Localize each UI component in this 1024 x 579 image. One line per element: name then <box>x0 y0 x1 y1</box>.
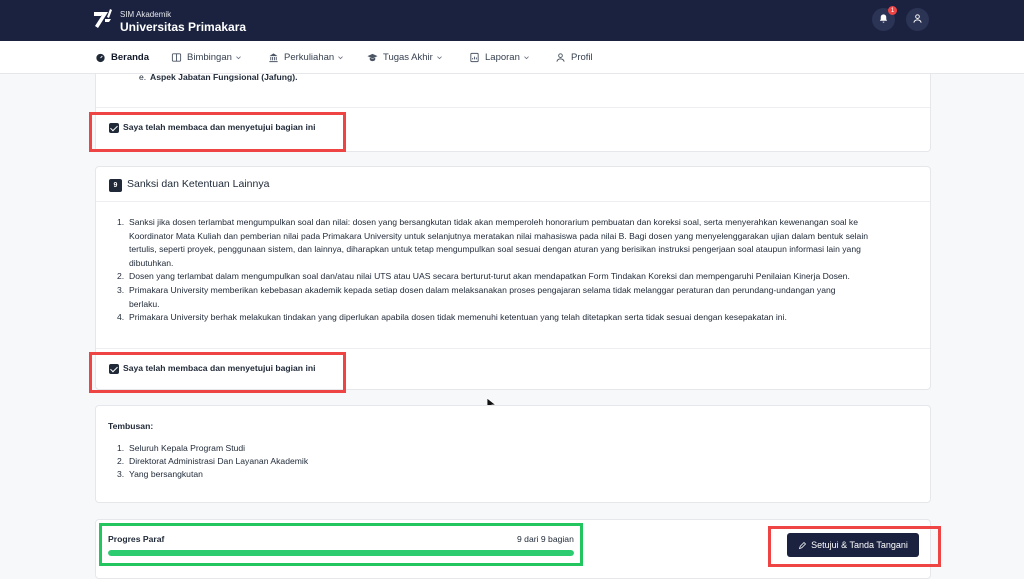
notification-badge: 1 <box>888 6 897 15</box>
tembusan-card: Tembusan: 1. Seluruh Kepala Program Stud… <box>95 405 931 503</box>
list-number: 1. <box>117 443 125 453</box>
highlight-agree-section-8 <box>89 112 346 152</box>
divider <box>96 348 930 349</box>
section-9-title: Sanksi dan Ketentuan Lainnya <box>127 178 270 190</box>
list-item: Seluruh Kepala Program Studi <box>129 443 246 453</box>
nav-profil[interactable]: Profil <box>555 41 593 74</box>
divider <box>96 201 930 202</box>
bell-icon <box>878 11 889 29</box>
nav-label: Bimbingan <box>187 52 232 63</box>
nav-perkuliahan[interactable]: Perkuliahan <box>268 41 344 74</box>
nav-tugas-akhir[interactable]: Tugas Akhir <box>367 41 443 74</box>
list-item-line: Primakara University berhak melakukan ti… <box>129 312 787 322</box>
list-item-line: Dosen yang terlambat dalam mengumpulkan … <box>129 271 850 281</box>
list-item: Direktorat Administrasi Dan Layanan Akad… <box>129 456 309 466</box>
list-number: 4. <box>117 312 125 322</box>
tembusan-title: Tembusan: <box>108 421 154 431</box>
list-number: 3. <box>117 469 125 479</box>
nav-bimbingan[interactable]: Bimbingan <box>171 41 242 74</box>
list-number: 2. <box>117 456 125 466</box>
notification-button[interactable]: 1 <box>872 6 897 31</box>
nav-label: Laporan <box>485 52 520 63</box>
book-icon <box>171 53 182 62</box>
nav-label: Profil <box>571 52 593 63</box>
highlight-approve-button <box>768 526 941 567</box>
main-nav: Beranda Bimbingan Perkuliahan Tugas Akhi… <box>0 41 1024 74</box>
nav-beranda[interactable]: Beranda <box>95 41 149 74</box>
user-icon <box>912 11 923 29</box>
highlight-agree-section-9 <box>89 352 346 393</box>
list-item-line: Primakara University memberikan kebebasa… <box>129 285 836 295</box>
list-item-line: dibutuhkan. <box>129 257 174 268</box>
top-bar: SIM Akademik Universitas Primakara 1 <box>0 0 1024 41</box>
nav-label: Tugas Akhir <box>383 52 433 63</box>
list-item-line: Koordinator Mata Kuliah dan pemberian ni… <box>129 230 869 241</box>
list-item-line: tertulis, seperti proyek, penggunaan sis… <box>129 244 861 254</box>
app-title: Universitas Primakara <box>120 19 247 34</box>
nav-label: Perkuliahan <box>284 52 335 63</box>
dashboard-icon <box>96 53 105 63</box>
app-subtitle: SIM Akademik <box>120 9 172 19</box>
chevron-down-icon <box>524 56 529 60</box>
list-item: Yang bersangkutan <box>129 469 203 479</box>
nav-laporan[interactable]: Laporan <box>469 41 530 74</box>
highlight-progress <box>99 523 583 566</box>
chevron-down-icon <box>236 56 241 60</box>
primakara-logo-icon <box>91 7 115 36</box>
list-number: 3. <box>117 285 125 295</box>
list-number: 2. <box>117 271 125 281</box>
graduation-cap-icon <box>367 53 378 62</box>
building-icon <box>269 53 278 63</box>
user-menu-button[interactable] <box>906 8 929 31</box>
chevron-down-icon <box>436 56 442 60</box>
user-icon <box>556 53 565 62</box>
section-number-badge: 9 <box>109 179 122 192</box>
list-item-line: berlaku. <box>129 298 160 309</box>
chevron-down-icon <box>338 56 344 60</box>
report-icon <box>470 52 479 63</box>
list-number: 1. <box>117 217 125 227</box>
divider <box>96 107 930 108</box>
list-item-line: Sanksi jika dosen terlambat mengumpulkan… <box>129 217 858 227</box>
nav-label: Beranda <box>111 52 150 63</box>
brand[interactable]: SIM Akademik Universitas Primakara <box>91 7 246 36</box>
